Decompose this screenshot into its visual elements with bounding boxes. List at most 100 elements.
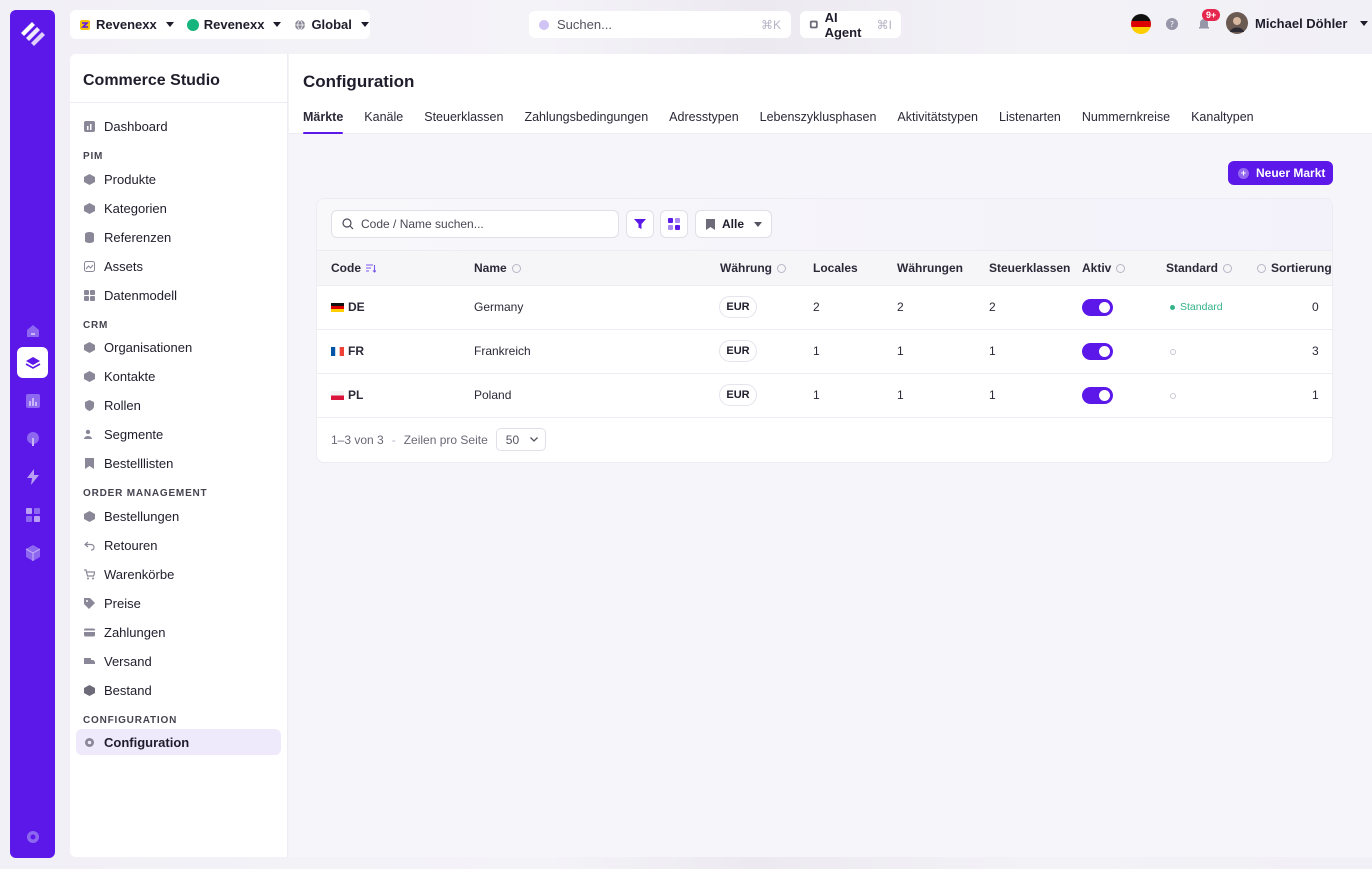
tab-kanaele[interactable]: Kanäle — [364, 110, 403, 134]
currency-pill: EUR — [719, 296, 757, 318]
settings-gear-icon[interactable] — [17, 821, 48, 852]
new-market-label: Neuer Markt — [1256, 166, 1326, 180]
column-header-currency[interactable]: Währung — [720, 261, 786, 275]
help-icon[interactable]: ? — [1165, 17, 1179, 31]
filter-icon — [634, 219, 646, 229]
table-row[interactable]: PL Poland EUR 1 1 1 1 — [317, 374, 1332, 418]
user-menu[interactable]: Michael Döhler — [1226, 12, 1369, 34]
sidebar-item-bestellungen[interactable]: Bestellungen — [76, 503, 281, 529]
sidebar-item-referenzen[interactable]: Referenzen — [76, 224, 281, 250]
sidebar-item-bestelllisten[interactable]: Bestelllisten — [76, 450, 281, 476]
column-label: Standard — [1166, 261, 1219, 275]
sidebar-item-versand[interactable]: Versand — [76, 648, 281, 674]
config-tabs: Märkte Kanäle Steuerklassen Zahlungsbedi… — [303, 110, 1254, 134]
column-header-name[interactable]: Name — [474, 261, 521, 275]
tab-maerkte[interactable]: Märkte — [303, 110, 344, 134]
sidebar-item-bestand[interactable]: Bestand — [76, 677, 281, 703]
cube-icon[interactable] — [17, 537, 48, 568]
credit-card-icon — [84, 628, 95, 636]
cell-currencies: 2 — [897, 300, 904, 314]
pagination: 1–3 von 3 - Zeilen pro Seite 50 — [331, 428, 546, 451]
tab-nummernkreise[interactable]: Nummernkreise — [1082, 110, 1170, 134]
marketing-icon[interactable] — [17, 423, 48, 454]
active-toggle[interactable] — [1082, 299, 1113, 316]
sidebar-section-crm: CRM — [83, 320, 109, 331]
status-filter-value: Alle — [722, 217, 745, 231]
tab-steuerklassen[interactable]: Steuerklassen — [424, 110, 503, 134]
rows-per-page-select[interactable]: 50 — [495, 428, 546, 451]
chevron-down-icon — [165, 22, 174, 27]
column-header-standard[interactable]: Standard — [1166, 261, 1233, 275]
cell-taxclasses: 2 — [989, 300, 996, 314]
shipping-icon — [84, 657, 95, 664]
sidebar-item-zahlungen[interactable]: Zahlungen — [76, 619, 281, 645]
shop-selector[interactable]: Revenexx — [186, 17, 282, 32]
sidebar-item-kategorien[interactable]: Kategorien — [76, 195, 281, 221]
cell-sort: 1 — [1312, 388, 1319, 402]
table-row[interactable]: FR Frankreich EUR 1 1 1 3 — [317, 330, 1332, 374]
org-selector[interactable]: Revenexx — [79, 17, 174, 32]
table-header: Code Name Währung Locales Währungen Steu… — [317, 250, 1332, 286]
column-header-code[interactable]: Code — [331, 261, 376, 275]
new-market-button[interactable]: + Neuer Markt — [1228, 161, 1333, 185]
sidebar-item-kontakte[interactable]: Kontakte — [76, 363, 281, 389]
scope-selector[interactable]: Global — [294, 17, 369, 32]
tab-adresstypen[interactable]: Adresstypen — [669, 110, 738, 134]
analytics-icon[interactable] — [17, 385, 48, 416]
apps-icon[interactable] — [17, 499, 48, 530]
sidebar-item-label: Bestellungen — [104, 508, 180, 524]
column-header-active[interactable]: Aktiv — [1082, 261, 1126, 275]
sidebar-item-dashboard[interactable]: Dashboard — [76, 113, 281, 139]
sidebar-item-warenkoerbe[interactable]: Warenkörbe — [76, 561, 281, 587]
global-search[interactable]: Suchen... ⌘K — [529, 11, 791, 38]
ai-agent-button[interactable]: AI Agent ⌘I — [800, 10, 901, 40]
svg-text:?: ? — [1170, 20, 1174, 29]
market-code: FR — [348, 344, 364, 358]
sidebar-item-datenmodell[interactable]: Datenmodell — [76, 282, 281, 308]
cell-currencies: 1 — [897, 388, 904, 402]
active-toggle[interactable] — [1082, 343, 1113, 360]
cell-name: Frankreich — [474, 344, 531, 358]
status-dot — [1170, 304, 1175, 310]
sidebar-item-label: Produkte — [104, 171, 157, 187]
table-search-input[interactable]: Code / Name suchen... — [331, 210, 619, 238]
image-icon — [84, 260, 95, 272]
column-label: Aktiv — [1082, 261, 1112, 275]
sidebar-item-rollen[interactable]: Rollen — [76, 392, 281, 418]
chevron-down-icon — [360, 22, 369, 27]
folder-icon — [84, 202, 95, 214]
home-icon[interactable] — [17, 315, 48, 346]
active-toggle[interactable] — [1082, 387, 1113, 404]
scope-label: Global — [311, 17, 352, 32]
table-row[interactable]: DE Germany EUR 2 2 2 Standard 0 — [317, 286, 1332, 330]
tab-listenarten[interactable]: Listenarten — [999, 110, 1061, 134]
automation-icon[interactable] — [17, 461, 48, 492]
sidebar-item-preise[interactable]: Preise — [76, 590, 281, 616]
sidebar-item-produkte[interactable]: Produkte — [76, 166, 281, 192]
column-header-taxclasses[interactable]: Steuerklassen — [989, 261, 1070, 275]
sidebar-item-segmente[interactable]: Segmente — [76, 421, 281, 447]
globe-icon — [295, 19, 306, 31]
layers-icon[interactable] — [17, 347, 48, 378]
column-header-currencies[interactable]: Währungen — [897, 261, 963, 275]
sidebar-item-configuration[interactable]: Configuration — [76, 729, 281, 755]
view-toggle-button[interactable] — [660, 210, 688, 238]
currency-pill: EUR — [719, 384, 757, 406]
sidebar-item-assets[interactable]: Assets — [76, 253, 281, 279]
filter-button[interactable] — [626, 210, 654, 238]
column-header-locales[interactable]: Locales — [813, 261, 858, 275]
tab-zahlungsbedingungen[interactable]: Zahlungsbedingungen — [524, 110, 648, 134]
pagination-range: 1–3 von 3 — [331, 432, 384, 447]
tab-aktivitaetstypen[interactable]: Aktivitätstypen — [897, 110, 978, 134]
search-icon — [342, 218, 354, 230]
sidebar-item-retouren[interactable]: Retouren — [76, 532, 281, 558]
sidebar-item-label: Retouren — [104, 537, 158, 553]
tab-kanaltypen[interactable]: Kanaltypen — [1191, 110, 1254, 134]
status-filter-select[interactable]: Alle — [695, 210, 772, 238]
column-header-sort[interactable]: Sortierung — [1257, 261, 1332, 275]
language-flag-de-icon[interactable] — [1131, 14, 1151, 34]
tab-lebenszyklusphasen[interactable]: Lebenszyklusphasen — [760, 110, 877, 134]
cell-currencies: 1 — [897, 344, 904, 358]
sidebar-item-organisationen[interactable]: Organisationen — [76, 334, 281, 360]
brand-logo-icon[interactable] — [18, 19, 47, 48]
